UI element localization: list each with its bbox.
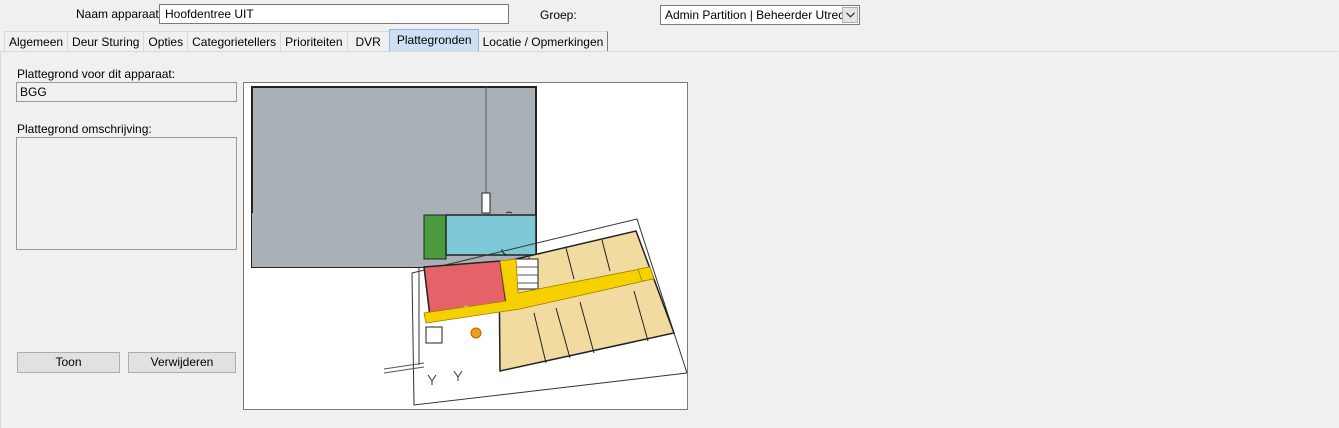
tab-locatie-opmerkingen[interactable]: Locatie / Opmerkingen <box>477 31 609 51</box>
device-name-label: Naam apparaat <box>76 7 159 21</box>
show-button[interactable]: Toon <box>17 352 120 373</box>
group-select-value: Admin Partition | Beheerder Utrech <box>665 8 851 22</box>
chevron-down-icon <box>845 12 855 18</box>
plan-field: BGG <box>16 82 237 102</box>
tab-strip: Algemeen Deur Sturing Opties Categoriete… <box>4 29 609 51</box>
tab-algemeen[interactable]: Algemeen <box>4 31 69 51</box>
description-label: Plattegrond omschrijving: <box>17 122 152 136</box>
floorplan-image <box>243 82 688 410</box>
tab-prioriteiten[interactable]: Prioriteiten <box>280 31 348 51</box>
tab-opties[interactable]: Opties <box>143 31 189 51</box>
group-dropdown-button[interactable] <box>842 7 858 23</box>
remove-button[interactable]: Verwijderen <box>128 352 236 373</box>
tab-dvr[interactable]: DVR <box>346 31 390 51</box>
group-select[interactable]: Admin Partition | Beheerder Utrech <box>660 5 860 25</box>
device-name-input[interactable]: Hoofdentree UIT <box>159 4 509 24</box>
tab-categorietellers[interactable]: Categorietellers <box>187 31 282 51</box>
plan-label: Plattegrond voor dit apparaat: <box>17 67 176 81</box>
floorplan-drawing <box>251 86 688 406</box>
tab-deur-sturing[interactable]: Deur Sturing <box>67 31 145 51</box>
group-label: Groep: <box>540 8 577 22</box>
description-field[interactable] <box>16 137 237 250</box>
tab-plattegronden[interactable]: Plattegronden <box>388 29 479 51</box>
